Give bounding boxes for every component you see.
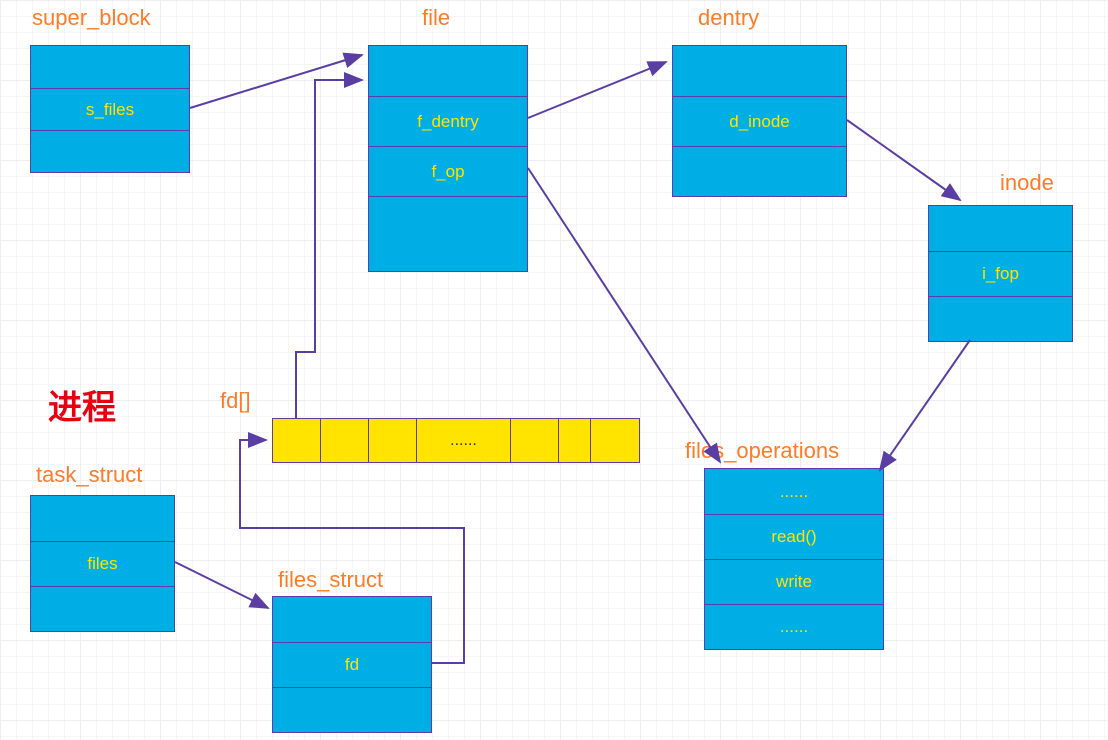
row-blank — [31, 586, 174, 631]
row-f-dentry: f_dentry — [369, 96, 527, 146]
box-task-struct: files — [30, 495, 175, 632]
fd-cell — [559, 419, 591, 462]
label-fd-array: fd[] — [220, 388, 251, 414]
box-fd-array: ...... — [272, 418, 640, 463]
row-blank — [31, 496, 174, 541]
label-file: file — [422, 5, 450, 31]
row-blank — [31, 46, 189, 88]
row-files: files — [31, 541, 174, 586]
label-dentry: dentry — [698, 5, 759, 31]
row-blank — [929, 296, 1072, 341]
label-super-block: super_block — [32, 5, 151, 31]
box-inode: i_fop — [928, 205, 1073, 342]
row-blank — [273, 597, 431, 642]
row-s-files: s_files — [31, 88, 189, 130]
row-i-fop: i_fop — [929, 251, 1072, 296]
row-fd: fd — [273, 642, 431, 687]
row-ellipsis: ...... — [705, 604, 883, 649]
row-write: write — [705, 559, 883, 604]
box-dentry: d_inode — [672, 45, 847, 197]
row-blank — [929, 206, 1072, 251]
row-blank — [369, 46, 527, 96]
box-files-struct: fd — [272, 596, 432, 733]
row-d-inode: d_inode — [673, 96, 846, 146]
fd-cell — [273, 419, 321, 462]
box-files-operations: ...... read() write ...... — [704, 468, 884, 650]
row-ellipsis: ...... — [705, 469, 883, 514]
label-files-struct: files_struct — [278, 567, 383, 593]
label-task-struct: task_struct — [36, 462, 142, 488]
row-blank — [673, 146, 846, 196]
box-super-block: s_files — [30, 45, 190, 173]
row-blank — [31, 130, 189, 172]
box-file: f_dentry f_op — [368, 45, 528, 272]
row-read: read() — [705, 514, 883, 559]
fd-cell — [511, 419, 559, 462]
fd-cell — [369, 419, 417, 462]
label-process: 进程 — [48, 380, 116, 429]
row-f-op: f_op — [369, 146, 527, 196]
row-blank — [273, 687, 431, 732]
fd-cell — [321, 419, 369, 462]
label-files-operations: files_operations — [685, 438, 839, 464]
fd-cell-ellipsis: ...... — [417, 419, 511, 462]
row-blank — [369, 196, 527, 271]
row-blank — [673, 46, 846, 96]
fd-cell — [591, 419, 639, 462]
label-inode: inode — [1000, 170, 1054, 196]
